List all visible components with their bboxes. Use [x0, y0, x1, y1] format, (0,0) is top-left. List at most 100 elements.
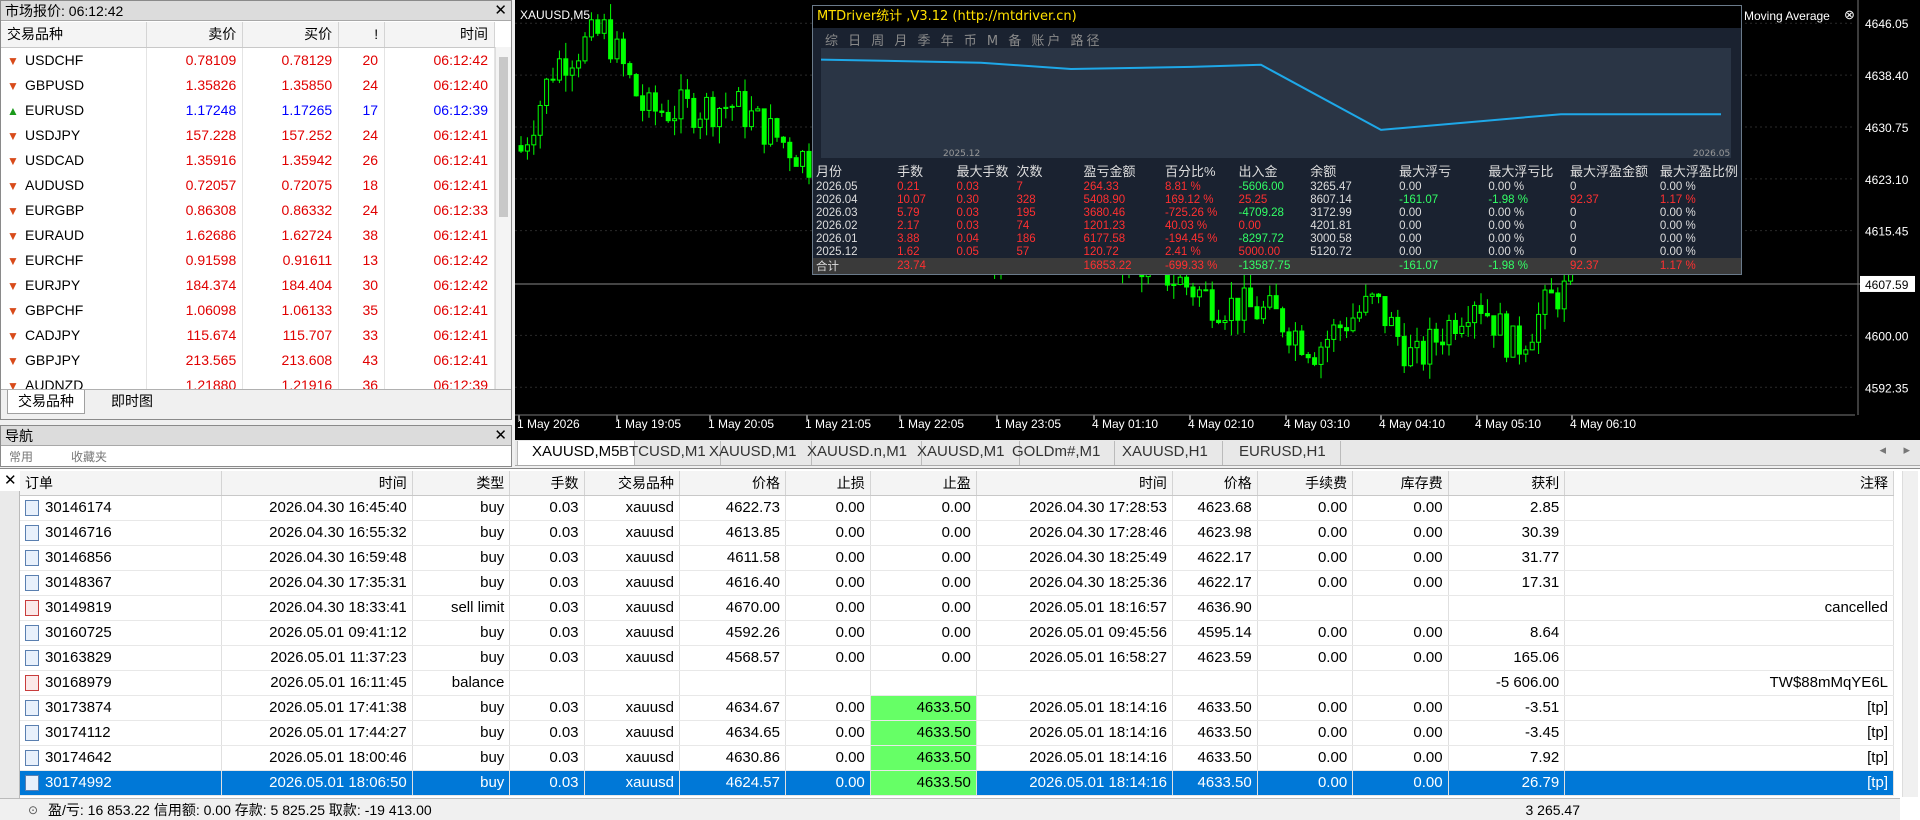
- candle-body: [1459, 325, 1465, 335]
- quote-spread: 13: [338, 247, 386, 272]
- tab-common[interactable]: 常用: [9, 448, 33, 465]
- column-header[interactable]: 注释: [1564, 471, 1894, 496]
- column-header[interactable]: 订单: [20, 471, 222, 496]
- down-arrow-icon: ▼: [7, 153, 19, 168]
- chart-tab[interactable]: EURUSD,H1: [1225, 441, 1341, 465]
- order-row[interactable]: 30174992 2026.05.01 18:06:50 buy 0.03 xauusd…: [20, 770, 1894, 796]
- market-watch-row[interactable]: ▼ CADJPY 115.674 115.707 33 06:12:41: [1, 322, 495, 347]
- column-header[interactable]: 交易品种: [1, 22, 148, 48]
- scroll-right-icon[interactable]: ▸: [1903, 442, 1910, 458]
- order-cell: [584, 670, 680, 696]
- close-icon[interactable]: ✕: [494, 426, 507, 445]
- order-cell: xauusd: [584, 495, 680, 521]
- order-ticket: 30146174: [45, 498, 112, 516]
- tab-tick-chart[interactable]: 即时图: [101, 390, 163, 414]
- close-chart-icon[interactable]: ⊗: [1844, 7, 1855, 23]
- close-icon[interactable]: ✕: [4, 471, 17, 490]
- market-watch-row[interactable]: ▼ USDJPY 157.228 157.252 24 06:12:41: [1, 122, 495, 147]
- column-header[interactable]: 类型: [412, 471, 511, 496]
- order-cell: 165.06: [1448, 645, 1566, 671]
- orders-scrollbar[interactable]: [1902, 471, 1918, 797]
- market-watch-row[interactable]: ▼ AUDUSD 0.72057 0.72075 18 06:12:41: [1, 172, 495, 197]
- candle-body: [697, 118, 703, 128]
- order-cell: 2026.05.01 16:11:45: [221, 670, 413, 696]
- order-row[interactable]: 30174642 2026.05.01 18:00:46 buy 0.03 xauusd…: [20, 745, 1894, 771]
- quote-spread: 30: [338, 272, 386, 297]
- column-header[interactable]: 价格: [1172, 471, 1258, 496]
- order-row[interactable]: 30149819 2026.04.30 18:33:41 sell limit 0.0…: [20, 595, 1894, 621]
- stats-table: 月份 手数 最大手数 次数 盈亏金额 百分比% 出入金 余额 最大浮亏 最大浮亏比 最大浮盈金额 最大…: [813, 161, 1741, 274]
- price-tick: 4607.59: [1865, 278, 1909, 292]
- column-header[interactable]: 手续费: [1257, 471, 1354, 496]
- stats-cell: 120.72: [1083, 245, 1119, 258]
- quote-time: 06:12:42: [384, 247, 495, 272]
- order-row[interactable]: 30146716 2026.04.30 16:55:32 buy 0.03 xauusd…: [20, 520, 1894, 546]
- column-header[interactable]: 时间: [976, 471, 1173, 496]
- market-watch-row[interactable]: ▼ GBPUSD 1.35826 1.35850 24 06:12:40: [1, 72, 495, 97]
- candle-body: [1433, 328, 1439, 343]
- order-row[interactable]: 30160725 2026.05.01 09:41:12 buy 0.03 xauusd…: [20, 620, 1894, 646]
- market-watch-row[interactable]: ▼ GBPCHF 1.06098 1.06133 35 06:12:41: [1, 297, 495, 322]
- order-cell: 0.03: [509, 495, 585, 521]
- column-header[interactable]: 获利: [1448, 471, 1566, 496]
- quote-ask: 157.252: [242, 122, 340, 147]
- column-header[interactable]: !: [338, 22, 386, 48]
- order-row[interactable]: 30148367 2026.04.30 17:35:31 buy 0.03 xauusd…: [20, 570, 1894, 596]
- order-row[interactable]: 30146856 2026.04.30 16:59:48 buy 0.03 xauusd…: [20, 545, 1894, 571]
- market-watch-row[interactable]: ▼ EURJPY 184.374 184.404 30 06:12:42: [1, 272, 495, 297]
- stats-row: 2026.05 0.21 0.03 7 264.33 8.81 % -5606.00 3265…: [813, 180, 1741, 193]
- stats-cell: 2026.03: [816, 206, 858, 219]
- column-header[interactable]: 止损: [785, 471, 871, 496]
- price-chart[interactable]: 4646.05 4638.40 4630.75 4623.10 4615.45 4607.…: [515, 0, 1920, 440]
- stats-toolbar[interactable]: 综 日 周 月 季 年 币 M 备 账户 路径: [825, 30, 1103, 49]
- candle-body: [1350, 317, 1356, 332]
- tab-favorites[interactable]: 收藏夹: [71, 448, 107, 465]
- order-cell: xauusd: [584, 745, 680, 771]
- stats-header: 手数: [897, 164, 924, 179]
- quote-bid: 1.62686: [146, 222, 244, 247]
- candle-body: [1254, 306, 1260, 320]
- order-cell: 4633.50: [870, 745, 977, 771]
- stats-cell: 0.00 %: [1659, 180, 1696, 193]
- candle-body: [761, 108, 767, 145]
- quote-time: 06:12:42: [384, 47, 495, 72]
- market-watch-row[interactable]: ▼ EURCHF 0.91598 0.91611 13 06:12:42: [1, 247, 495, 272]
- column-header[interactable]: 库存费: [1352, 471, 1449, 496]
- chart-tab[interactable]: XAUUSD,H1: [1108, 441, 1223, 465]
- order-row[interactable]: 30168979 2026.05.01 16:11:45 balance -5 606…: [20, 670, 1894, 696]
- quote-spread: 24: [338, 122, 386, 147]
- order-cell: 0.00: [1257, 645, 1354, 671]
- account-summary: 盈/亏: 16 853.22 信用额: 0.00 存款: 5 825.25 取款…: [48, 802, 432, 818]
- order-cell: [1564, 620, 1894, 646]
- close-icon[interactable]: ✕: [494, 1, 507, 20]
- market-watch-row[interactable]: ▲ EURUSD 1.17248 1.17265 17 06:12:39: [1, 97, 495, 122]
- order-cell: 0.00: [1257, 520, 1354, 546]
- column-header[interactable]: 交易品种: [584, 471, 680, 496]
- column-header[interactable]: 时间: [221, 471, 413, 496]
- market-watch-row[interactable]: ▼ GBPJPY 213.565 213.608 43 06:12:41: [1, 347, 495, 372]
- scroll-left-icon[interactable]: ◂: [1879, 442, 1886, 458]
- vertical-scrollbar[interactable]: [495, 47, 511, 390]
- column-header[interactable]: 止盈: [870, 471, 977, 496]
- tab-symbols[interactable]: 交易品种: [7, 390, 85, 414]
- chart-tab[interactable]: GOLDm#,M1: [998, 441, 1116, 465]
- column-header[interactable]: 时间: [384, 22, 495, 48]
- market-watch-row[interactable]: ▼ USDCHF 0.78109 0.78129 20 06:12:42: [1, 47, 495, 72]
- candle-body: [729, 105, 735, 108]
- stats-row: 2026.03 5.79 0.03 195 3680.46 -725.26 % -4709.…: [813, 206, 1741, 219]
- market-watch-row[interactable]: ▼ EURAUD 1.62686 1.62724 38 06:12:41: [1, 222, 495, 247]
- quote-bid: 1.35916: [146, 147, 244, 172]
- column-header[interactable]: 价格: [679, 471, 786, 496]
- order-row[interactable]: 30163829 2026.05.01 11:37:23 buy 0.03 xauusd…: [20, 645, 1894, 671]
- order-row[interactable]: 30146174 2026.04.30 16:45:40 buy 0.03 xauusd…: [20, 495, 1894, 521]
- order-row[interactable]: 30173874 2026.05.01 17:41:38 buy 0.03 xauusd…: [20, 695, 1894, 721]
- order-row[interactable]: 30174112 2026.05.01 17:44:27 buy 0.03 xauusd…: [20, 720, 1894, 746]
- candle-body: [1376, 293, 1382, 298]
- column-header[interactable]: 卖价: [146, 22, 244, 48]
- stats-header: 月份: [816, 164, 843, 179]
- market-watch-row[interactable]: ▼ USDCAD 1.35916 1.35942 26 06:12:41: [1, 147, 495, 172]
- market-watch-row[interactable]: ▼ EURGBP 0.86308 0.86332 24 06:12:33: [1, 197, 495, 222]
- candle-body: [1203, 289, 1209, 292]
- column-header[interactable]: 买价: [242, 22, 340, 48]
- column-header[interactable]: 手数: [509, 471, 585, 496]
